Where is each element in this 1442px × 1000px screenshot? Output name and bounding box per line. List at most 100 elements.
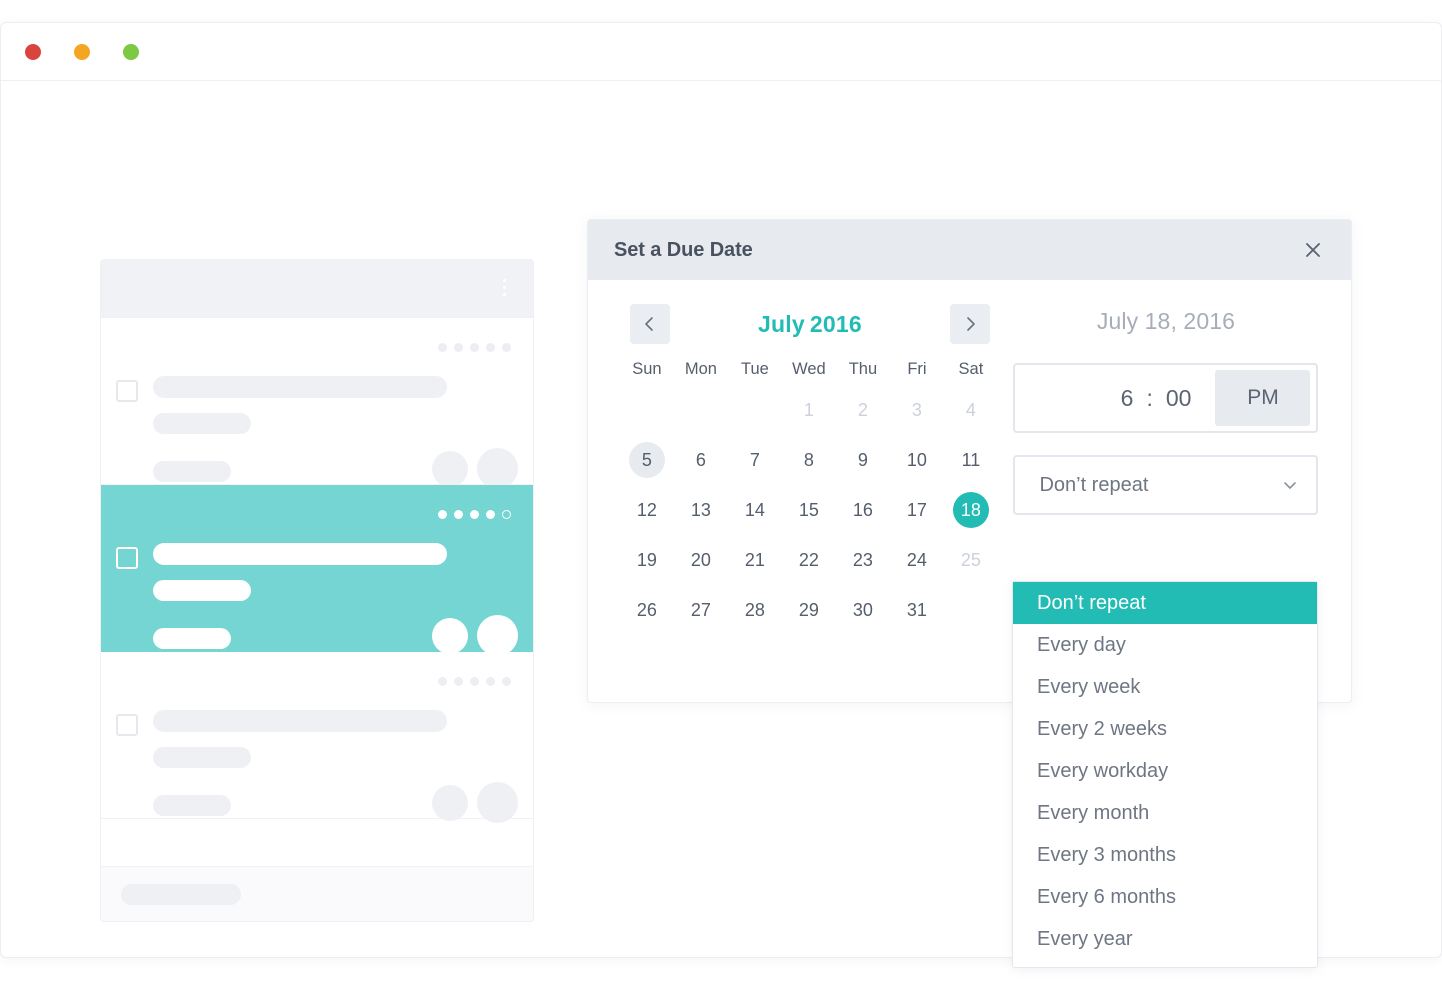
calendar-day-label: 6: [695, 450, 706, 470]
calendar-day-4[interactable]: 4: [944, 385, 998, 435]
assignee-avatars: [432, 782, 518, 823]
more-vertical-icon[interactable]: [503, 279, 506, 296]
calendar-day-label: 21: [744, 550, 765, 570]
pip: [470, 510, 479, 519]
calendar-day-22[interactable]: 22: [782, 535, 836, 585]
calendar-day-27[interactable]: 27: [674, 585, 728, 635]
minimize-button[interactable]: [74, 43, 90, 60]
calendar-day-5[interactable]: 5: [620, 435, 674, 485]
calendar-day-selected[interactable]: 18: [944, 485, 998, 535]
calendar-week-row: 12 13 14 15 16 17 18: [620, 485, 1000, 535]
page-title: Set a Due Date: [614, 238, 753, 261]
repeat-option-8[interactable]: Every year: [1013, 918, 1317, 960]
minute-field[interactable]: 00: [1166, 385, 1192, 412]
calendar-month-year: July 2016: [758, 311, 862, 338]
pip: [438, 510, 447, 519]
avatar[interactable]: [432, 450, 468, 487]
calendar-day-1[interactable]: 1: [782, 385, 836, 435]
avatar[interactable]: [477, 615, 518, 656]
task-checkbox[interactable]: [116, 714, 138, 736]
calendar-day-label: 29: [798, 600, 819, 620]
calendar-day-label: 4: [965, 400, 976, 420]
task-subtitle-placeholder: [153, 413, 251, 434]
calendar-day-13[interactable]: 13: [674, 485, 728, 535]
task-card[interactable]: [101, 318, 533, 489]
close-icon[interactable]: [1299, 236, 1327, 264]
calendar-day-8[interactable]: 8: [782, 435, 836, 485]
calendar-day-21[interactable]: 21: [728, 535, 782, 585]
modal-header: Set a Due Date: [588, 220, 1351, 280]
calendar-day-label: 22: [798, 550, 819, 570]
task-checkbox[interactable]: [116, 547, 138, 569]
calendar-day-17[interactable]: 17: [890, 485, 944, 535]
task-card[interactable]: [101, 652, 533, 823]
calendar-day-2[interactable]: 2: [836, 385, 890, 435]
calendar-day-20[interactable]: 20: [674, 535, 728, 585]
avatar[interactable]: [432, 784, 468, 821]
browser-window: Set a Due Date July 2016 Sun Mon Tue Wed…: [0, 22, 1442, 968]
avatar[interactable]: [432, 617, 468, 654]
calendar-day-25[interactable]: 25: [944, 535, 998, 585]
calendar-day-11[interactable]: 11: [944, 435, 998, 485]
pip: [454, 510, 463, 519]
repeat-select[interactable]: Don’t repeat: [1013, 455, 1319, 515]
chevron-right-icon[interactable]: [949, 304, 990, 344]
pip: [502, 677, 511, 686]
repeat-option-6[interactable]: Every 3 months: [1013, 834, 1317, 876]
close-button[interactable]: [25, 43, 41, 60]
calendar-weekday-thu: Thu: [848, 359, 878, 378]
avatar[interactable]: [477, 448, 518, 489]
calendar-day-12[interactable]: 12: [620, 485, 674, 535]
calendar-day-30[interactable]: 30: [836, 585, 890, 635]
calendar-day-3[interactable]: 3: [890, 385, 944, 435]
time-digits[interactable]: 6 : 00: [1121, 385, 1216, 412]
pip: [470, 343, 479, 352]
calendar-day-14[interactable]: 14: [728, 485, 782, 535]
calendar-day-label: 9: [857, 450, 868, 470]
priority-pips: [438, 677, 511, 686]
avatar[interactable]: [477, 782, 518, 823]
calendar-day-9[interactable]: 9: [836, 435, 890, 485]
calendar-day-26[interactable]: 26: [620, 585, 674, 635]
calendar-day-label: 11: [961, 450, 981, 470]
calendar-day-6[interactable]: 6: [674, 435, 728, 485]
calendar-day-label: 5: [628, 442, 665, 478]
calendar-day-28[interactable]: 28: [728, 585, 782, 635]
calendar-day-24[interactable]: 24: [890, 535, 944, 585]
time-input[interactable]: 6 : 00 PM: [1013, 363, 1319, 433]
calendar-day-19[interactable]: 19: [620, 535, 674, 585]
add-task-placeholder[interactable]: [121, 884, 241, 905]
calendar-day-7[interactable]: 7: [728, 435, 782, 485]
calendar-day-label: 19: [636, 550, 657, 570]
pip: [438, 343, 447, 352]
chevron-down-icon[interactable]: [1280, 475, 1300, 495]
calendar-day-31[interactable]: 31: [890, 585, 944, 635]
repeat-option-5[interactable]: Every month: [1013, 792, 1317, 834]
hour-field[interactable]: 6: [1121, 385, 1134, 412]
calendar-weekday-sat: Sat: [958, 359, 984, 378]
repeat-option-4[interactable]: Every workday: [1013, 750, 1317, 792]
repeat-option-3[interactable]: Every 2 weeks: [1013, 708, 1317, 750]
calendar-day-29[interactable]: 29: [782, 585, 836, 635]
calendar-day-15[interactable]: 15: [782, 485, 836, 535]
repeat-option-1[interactable]: Every day: [1013, 624, 1317, 666]
maximize-button[interactable]: [123, 43, 139, 60]
task-card-selected[interactable]: [101, 485, 533, 656]
calendar-day-23[interactable]: 23: [836, 535, 890, 585]
calendar-day-10[interactable]: 10: [890, 435, 944, 485]
chevron-left-icon[interactable]: [629, 304, 670, 344]
task-subtitle-placeholder: [153, 747, 251, 768]
repeat-options-dropdown[interactable]: Don’t repeat Every day Every week Every 2 w…: [1012, 581, 1318, 968]
repeat-option-2[interactable]: Every week: [1013, 666, 1317, 708]
window-titlebar: [1, 23, 1441, 81]
meridiem-toggle[interactable]: PM: [1215, 370, 1311, 426]
calendar-day-label: 30: [852, 600, 873, 620]
repeat-option-7[interactable]: Every 6 months: [1013, 876, 1317, 918]
calendar-day-label: 24: [906, 550, 927, 570]
pip: [454, 343, 463, 352]
assignee-avatars: [432, 615, 518, 656]
task-checkbox[interactable]: [116, 380, 138, 402]
calendar-day-16[interactable]: 16: [836, 485, 890, 535]
repeat-option-0[interactable]: Don’t repeat: [1013, 582, 1317, 624]
panel-footer: [101, 866, 533, 921]
